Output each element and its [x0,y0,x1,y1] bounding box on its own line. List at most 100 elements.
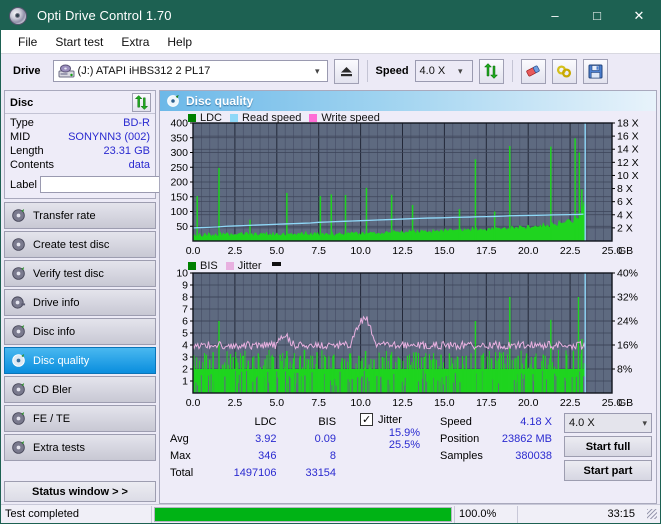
resize-grip[interactable] [647,509,657,519]
legend-swatch-jitter [225,262,234,270]
menu-help[interactable]: Help [158,32,201,52]
progress-bar [154,506,452,522]
svg-text:12 X: 12 X [617,157,639,169]
start-full-button[interactable]: Start full [564,436,652,457]
menu-file[interactable]: File [9,32,46,52]
sidebar-item-create-test-disc[interactable]: Create test disc [4,231,156,258]
disc-type-label: Type [10,117,34,129]
svg-text:7.5: 7.5 [311,397,326,409]
stats-row-max: Max 346 8 [170,449,336,464]
sidebar-item-verify-test-disc[interactable]: Verify test disc [4,260,156,287]
svg-text:17.5: 17.5 [476,245,497,257]
eject-button[interactable] [333,58,359,84]
jitter-checkbox[interactable]: ✓ [360,413,374,426]
disc-panel-title: Disc [10,96,34,109]
test-speed-select[interactable]: 4.0 X ▾ [564,413,652,433]
jitter-checkbox-label: Jitter [378,413,402,426]
disc-row-contents: Contents data [10,158,150,172]
status-bar: Test completed 100.0% 33:15 [1,504,660,523]
speed-select[interactable]: 4.0 X ▾ [414,60,473,82]
legend-label-write-speed: Write speed [321,112,380,124]
svg-text:5.0: 5.0 [269,245,284,257]
menu-start-test[interactable]: Start test [46,32,112,52]
svg-text:GB: GB [618,397,633,409]
svg-text:8%: 8% [617,364,632,376]
close-button[interactable]: ✕ [618,1,660,30]
svg-text:6 X: 6 X [617,196,633,208]
minimize-button[interactable]: – [534,1,576,30]
stats-header-row: LDC BIS [170,415,336,430]
stats-ldc-max: 346 [258,450,277,462]
svg-text:2.5: 2.5 [228,245,243,257]
svg-text:15.0: 15.0 [434,397,455,409]
svg-text:14 X: 14 X [617,144,639,156]
svg-text:2 X: 2 X [617,222,633,234]
svg-text:15.0: 15.0 [434,245,455,257]
erase-button[interactable] [520,58,546,84]
svg-text:2: 2 [182,364,188,376]
save-button[interactable] [582,58,608,84]
status-window-button[interactable]: Status window > > [4,481,156,502]
svg-text:5.0: 5.0 [269,397,284,409]
disc-row-mid: MID SONYNN3 (002) [10,130,150,144]
disc-quality-icon [11,353,26,368]
refresh-button[interactable] [478,58,504,84]
sidebar-item-extra-tests[interactable]: Extra tests [4,434,156,461]
svg-text:300: 300 [170,147,188,159]
svg-text:200: 200 [170,177,188,189]
svg-text:20.0: 20.0 [518,397,539,409]
svg-text:350: 350 [170,132,188,144]
test-controls: 4.0 X ▾ Start full Start part [564,413,652,481]
speed-stat-label: Speed [440,416,472,428]
svg-text:12.5: 12.5 [392,397,413,409]
cd-bler-icon [11,382,26,397]
sidebar-item-cd-bler[interactable]: CD Bler [4,376,156,403]
menu-extra[interactable]: Extra [112,32,158,52]
svg-text:4: 4 [182,340,188,352]
jitter-checkbox-row[interactable]: ✓ Jitter [360,413,420,426]
position-stat-value: 23862 MB [501,433,552,445]
statistics-panel: LDC BIS Avg 3.92 0.09 Max 346 8 Total 14… [160,411,656,503]
svg-text:8 X: 8 X [617,183,633,195]
svg-text:22.5: 22.5 [560,245,581,257]
ldc-chart-svg[interactable]: 501001502002503003504002 X4 X6 X8 X10 X1… [160,111,654,259]
disc-properties: Type BD-R MID SONYNN3 (002) Length 23.31… [5,113,238,198]
svg-text:3: 3 [182,352,188,364]
disc-info-panel: Disc Type BD-R MID SONYNN3 (002) Length … [4,90,238,199]
svg-text:10.0: 10.0 [350,245,371,257]
title-bar: Opti Drive Control 1.70 – □ ✕ [1,1,660,30]
disc-refresh-button[interactable] [132,93,151,112]
progress-percent: 100.0% [459,508,497,520]
legend-label-ldc: LDC [200,112,223,124]
svg-text:7: 7 [182,304,188,316]
svg-text:400: 400 [170,118,188,130]
drive-select[interactable]: (J:) ATAPI iHBS312 2 PL17 ▾ [52,60,328,82]
sidebar-label-verify-test-disc: Verify test disc [33,267,104,280]
sidebar-item-disc-info[interactable]: Disc info [4,318,156,345]
menu-bar: File Start test Extra Help [1,30,660,54]
fe-te-icon [11,411,26,426]
sidebar-label-cd-bler: CD Bler [33,383,72,396]
sidebar-item-disc-quality[interactable]: Disc quality [4,347,156,374]
panel-header-icon [166,94,180,108]
panel-header: Disc quality [160,91,656,111]
start-part-button[interactable]: Start part [564,460,652,481]
svg-text:0.0: 0.0 [186,397,201,409]
sidebar-item-drive-info[interactable]: Drive info [4,289,156,316]
bitsetting-button[interactable] [551,58,577,84]
stats-row-total: Total 1497106 33154 [170,466,336,481]
svg-text:50: 50 [176,221,188,233]
disc-row-length: Length 23.31 GB [10,144,150,158]
bis-chart-svg[interactable]: 12345678910 8% 16% 24% 32% 40% 0.0 2.5 5.0 7.5 10.… [160,259,654,411]
stats-row-label-total: Total [170,467,194,479]
maximize-button[interactable]: □ [576,1,618,30]
legend-swatch-ldc [188,114,196,122]
svg-text:18 X: 18 X [617,118,639,130]
disc-row-type: Type BD-R [10,116,150,130]
main-content: Disc Type BD-R MID SONYNN3 (002) Length … [1,88,660,504]
samples-row: Samples 380038 [440,449,552,464]
disc-contents-label: Contents [10,159,55,171]
sidebar-item-fe-te[interactable]: FE / TE [4,405,156,432]
toolbar-divider-2 [511,60,513,82]
sidebar-item-transfer-rate[interactable]: Transfer rate [4,202,156,229]
